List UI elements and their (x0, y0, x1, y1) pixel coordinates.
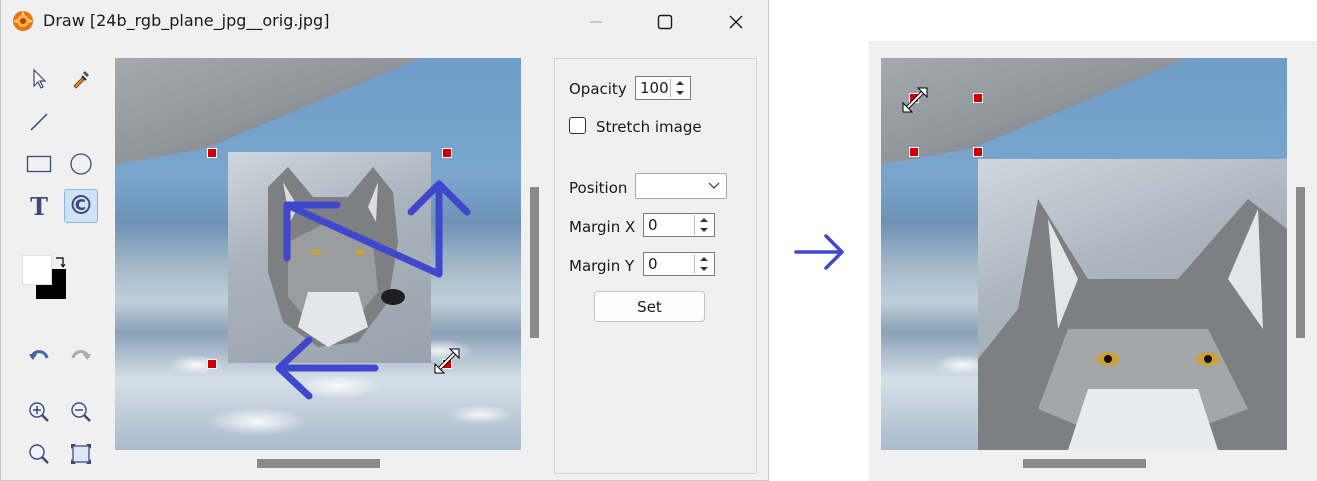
horizontal-scrollbar[interactable] (257, 459, 380, 468)
redo-icon (71, 350, 91, 360)
position-label: Position (569, 179, 628, 197)
margin-x-spinner[interactable]: 0 (643, 213, 715, 237)
zoom-icon (29, 444, 49, 464)
swap-colors-icon[interactable] (54, 255, 68, 269)
spin-up-icon[interactable] (671, 78, 689, 88)
select-tool[interactable] (22, 62, 56, 96)
draw-window: Draw [24b_rgb_plane_jpg__orig.jpg] T © O… (0, 0, 769, 481)
text-icon: T (30, 191, 48, 221)
spin-down-icon[interactable] (695, 225, 713, 235)
undo-tool[interactable] (22, 338, 56, 372)
resize-handle-top-right[interactable] (973, 93, 983, 103)
wolf-picture (978, 199, 1287, 450)
app-logo-icon (11, 9, 35, 33)
close-button[interactable] (721, 8, 751, 36)
result-canvas[interactable] (881, 58, 1287, 450)
spin-down-icon[interactable] (671, 88, 689, 98)
set-button[interactable]: Set (594, 291, 705, 322)
minimize-button[interactable] (581, 8, 611, 36)
result-vertical-scrollbar[interactable] (1296, 187, 1305, 338)
margin-x-value: 0 (648, 216, 658, 234)
line-icon (30, 113, 48, 131)
zoom-tool[interactable] (22, 437, 56, 471)
opacity-value: 100 (640, 79, 669, 97)
margin-y-spinner[interactable]: 0 (643, 252, 715, 276)
position-dropdown[interactable] (635, 173, 727, 199)
eyedropper-tool[interactable] (64, 62, 98, 96)
resize-handle-bottom-left[interactable] (909, 147, 919, 157)
zoom-in-tool[interactable] (22, 395, 56, 429)
stretch-image-checkbox[interactable] (569, 117, 586, 134)
options-panel: Opacity 100 Stretch image Position Margi… (554, 58, 757, 474)
title-bar: Draw [24b_rgb_plane_jpg__orig.jpg] (1, 0, 770, 44)
minimize-icon (590, 21, 602, 23)
rectangle-tool[interactable] (22, 147, 56, 181)
color-swatches[interactable] (22, 255, 70, 301)
window-title: Draw [24b_rgb_plane_jpg__orig.jpg] (43, 11, 330, 30)
text-tool[interactable]: T (22, 189, 56, 223)
spin-up-icon[interactable] (695, 215, 713, 225)
redo-tool[interactable] (64, 338, 98, 372)
foreground-color-swatch[interactable] (22, 255, 52, 285)
ellipse-tool[interactable] (64, 147, 98, 181)
image-canvas[interactable] (115, 58, 521, 450)
eyedropper-icon (73, 71, 89, 89)
airplane-wing (881, 58, 1287, 166)
zoom-in-icon (29, 402, 49, 422)
fit-to-window-icon (71, 444, 91, 464)
fit-tool[interactable] (64, 437, 98, 471)
cursor-icon (33, 68, 47, 89)
ellipse-icon (70, 153, 92, 175)
opacity-label: Opacity (569, 80, 627, 98)
opacity-spinner[interactable]: 100 (635, 76, 691, 100)
result-horizontal-scrollbar[interactable] (1023, 459, 1146, 468)
annotation-arrows (275, 180, 471, 400)
resize-cursor-icon (434, 348, 460, 374)
stretch-image-label: Stretch image (596, 118, 702, 136)
vertical-scrollbar[interactable] (530, 187, 539, 338)
line-tool[interactable] (22, 105, 56, 139)
maximize-button[interactable] (650, 8, 680, 36)
rectangle-icon (26, 155, 52, 173)
chevron-down-icon (708, 182, 720, 189)
margin-y-label: Margin Y (569, 257, 635, 275)
zoom-out-icon (71, 402, 91, 422)
zoom-out-tool[interactable] (64, 395, 98, 429)
close-icon (729, 15, 743, 29)
margin-y-value: 0 (648, 255, 658, 273)
spin-down-icon[interactable] (695, 264, 713, 274)
image-stamp-tool[interactable]: © (64, 189, 98, 223)
margin-x-label: Margin X (569, 218, 636, 236)
maximize-icon (657, 14, 673, 30)
undo-icon (29, 350, 49, 360)
resize-handle-bottom-right[interactable] (973, 147, 983, 157)
copyright-icon: © (68, 191, 94, 221)
spin-up-icon[interactable] (695, 254, 713, 264)
stretched-wolf-image[interactable] (978, 159, 1287, 450)
arrow-right-icon (794, 234, 844, 270)
resize-cursor-icon (902, 87, 928, 113)
